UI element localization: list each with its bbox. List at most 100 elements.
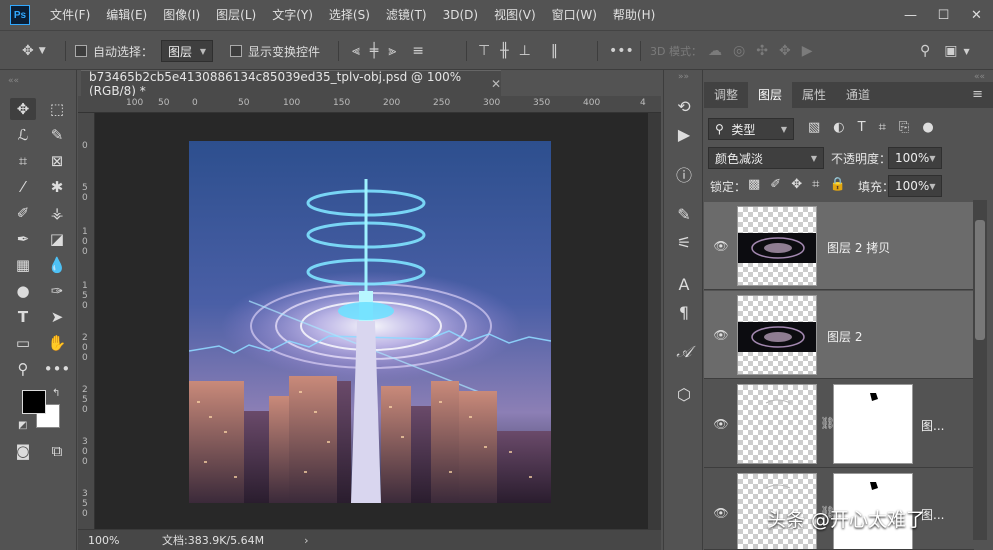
collapse-icon[interactable]: «« xyxy=(8,76,19,86)
menu-edit[interactable]: 编辑(E) xyxy=(98,0,155,30)
lock-artboard-icon[interactable]: ⌗ xyxy=(812,177,819,192)
layer-row[interactable]: 👁 图层 2 xyxy=(704,291,974,379)
screen-mode-icon[interactable]: ⧉ xyxy=(44,440,70,462)
pen-tool-icon[interactable]: ✑ xyxy=(44,280,70,302)
quick-select-tool-icon[interactable]: ✎ xyxy=(44,124,70,146)
type-tool-icon[interactable]: T xyxy=(10,306,36,328)
maximize-button[interactable]: ☐ xyxy=(927,0,960,30)
menu-view[interactable]: 视图(V) xyxy=(486,0,544,30)
crop-tool-icon[interactable]: ⌗ xyxy=(10,150,36,172)
rectangle-tool-icon[interactable]: ▭ xyxy=(10,332,36,354)
layer-name[interactable]: 图层 2 拷贝 xyxy=(827,239,890,256)
menu-3d[interactable]: 3D(D) xyxy=(435,0,486,30)
filter-adjustment-icon[interactable]: ◐ xyxy=(833,120,844,135)
lock-transparent-icon[interactable]: ▩ xyxy=(748,177,760,192)
eraser-tool-icon[interactable]: ◪ xyxy=(44,228,70,250)
close-document-icon[interactable]: ✕ xyxy=(491,77,501,91)
horizontal-ruler[interactable]: 100 50 0 50 100 150 200 250 300 350 400 … xyxy=(78,96,661,113)
move-tool-icon[interactable]: ✥ xyxy=(10,98,36,120)
more-options-icon[interactable]: ••• xyxy=(609,43,634,59)
visibility-eye-icon[interactable]: 👁 xyxy=(712,237,730,255)
quick-mask-icon[interactable]: ◙ xyxy=(10,440,36,462)
visibility-eye-icon[interactable]: 👁 xyxy=(712,415,730,433)
chevron-down-icon[interactable]: ▼ xyxy=(964,47,970,56)
orbit-3d-icon[interactable]: ☁ xyxy=(708,43,722,59)
vertical-scrollbar[interactable] xyxy=(648,113,661,529)
filter-smart-object-icon[interactable]: ⎘ xyxy=(899,120,909,135)
tab-adjustments[interactable]: 调整 xyxy=(704,82,748,108)
menu-window[interactable]: 窗口(W) xyxy=(544,0,605,30)
more-tools-icon[interactable]: ••• xyxy=(44,358,71,380)
scrollbar-thumb[interactable] xyxy=(975,220,985,340)
zoom-level[interactable]: 100% xyxy=(78,534,138,547)
visibility-eye-icon[interactable]: 👁 xyxy=(712,504,730,522)
opacity-input[interactable]: 100% ▼ xyxy=(888,147,942,169)
filter-shape-icon[interactable]: ⌗ xyxy=(879,120,886,135)
layer-row[interactable]: 👁 ⛓ 图... xyxy=(704,380,974,468)
layer-filter-dropdown[interactable]: ⚲ 类型 ▼ xyxy=(708,118,794,140)
status-menu-arrow-icon[interactable]: › xyxy=(304,534,308,547)
lock-image-icon[interactable]: ✐ xyxy=(770,177,781,192)
spot-healing-tool-icon[interactable]: ✱ xyxy=(44,176,70,198)
marquee-tool-icon[interactable]: ⬚ xyxy=(44,98,70,120)
zoom-tool-icon[interactable]: ⚲ xyxy=(10,358,36,380)
layer-name[interactable]: 图... xyxy=(921,417,944,434)
menu-filter[interactable]: 滤镜(T) xyxy=(378,0,435,30)
history-panel-icon[interactable]: ⟲ xyxy=(672,94,696,118)
auto-select-checkbox[interactable] xyxy=(75,45,87,57)
align-top-icon[interactable]: ⊤ xyxy=(478,43,490,59)
workspace-icon[interactable]: ▣ xyxy=(944,43,957,59)
collapse-icon[interactable]: »» xyxy=(678,72,689,82)
search-icon[interactable]: ⚲ xyxy=(920,43,930,59)
menu-select[interactable]: 选择(S) xyxy=(321,0,378,30)
filter-pixel-icon[interactable]: ▧ xyxy=(808,120,820,135)
menu-type[interactable]: 文字(Y) xyxy=(264,0,321,30)
blend-mode-dropdown[interactable]: 颜色减淡 ▼ xyxy=(708,147,824,169)
character-panel-icon[interactable]: A xyxy=(672,272,696,296)
layer-name[interactable]: 图层 2 xyxy=(827,328,862,345)
gradient-tool-icon[interactable]: ▦ xyxy=(10,254,36,276)
hand-tool-icon[interactable]: ✋ xyxy=(44,332,70,354)
fill-input[interactable]: 100% ▼ xyxy=(888,175,942,197)
close-window-button[interactable]: ✕ xyxy=(960,0,993,30)
clone-stamp-tool-icon[interactable]: ⚶ xyxy=(44,202,70,224)
show-transform-checkbox[interactable] xyxy=(230,45,242,57)
tab-properties[interactable]: 属性 xyxy=(792,82,836,108)
brush-settings-icon[interactable]: ✎ xyxy=(672,202,696,226)
slide-3d-icon[interactable]: ✥ xyxy=(779,43,791,59)
path-selection-tool-icon[interactable]: ➤ xyxy=(44,306,70,328)
layers-scrollbar[interactable] xyxy=(973,200,987,540)
glyphs-panel-icon[interactable]: 𝒜 xyxy=(672,340,696,364)
align-left-icon[interactable]: ⫷ xyxy=(352,43,360,59)
history-brush-tool-icon[interactable]: ✒ xyxy=(10,228,36,250)
swap-colors-icon[interactable]: ↰ xyxy=(52,388,60,399)
frame-tool-icon[interactable]: ⊠ xyxy=(44,150,70,172)
menu-layer[interactable]: 图层(L) xyxy=(208,0,264,30)
eyedropper-tool-icon[interactable]: ⁄ xyxy=(10,176,36,198)
panel-menu-icon[interactable]: ≡ xyxy=(972,87,983,102)
canvas-image[interactable] xyxy=(189,141,551,503)
menu-image[interactable]: 图像(I) xyxy=(155,0,208,30)
dodge-tool-icon[interactable]: ● xyxy=(10,280,36,302)
paragraph-panel-icon[interactable]: ¶ xyxy=(672,300,696,324)
align-horizontal-center-icon[interactable]: ╪ xyxy=(370,43,378,59)
document-tab[interactable]: b73465b2cb5e4130886134c85039ed35_tplv-ob… xyxy=(81,70,501,98)
auto-select-target-dropdown[interactable]: 图层 ▼ xyxy=(161,40,213,62)
layer-row[interactable]: 👁 图层 2 拷贝 xyxy=(704,202,974,290)
distribute-vertical-icon[interactable]: ≡ xyxy=(412,43,424,59)
default-colors-icon[interactable]: ◩ xyxy=(18,420,27,431)
lock-all-icon[interactable]: 🔒 xyxy=(829,177,845,192)
align-bottom-icon[interactable]: ⊥ xyxy=(519,43,531,59)
roll-3d-icon[interactable]: ◎ xyxy=(733,43,745,59)
align-vertical-center-icon[interactable]: ╫ xyxy=(500,43,508,59)
filter-toggle-icon[interactable]: ● xyxy=(922,120,933,135)
visibility-eye-icon[interactable]: 👁 xyxy=(712,326,730,344)
foreground-color-swatch[interactable] xyxy=(22,390,46,414)
adjust-panel-icon[interactable]: ⚟ xyxy=(672,230,696,254)
blur-tool-icon[interactable]: 💧 xyxy=(44,254,70,276)
vertical-ruler[interactable]: 0 5 0 1 0 0 1 5 0 2 0 0 2 5 0 3 0 0 3 5 … xyxy=(78,113,95,529)
menu-help[interactable]: 帮助(H) xyxy=(605,0,663,30)
drag-3d-icon[interactable]: ✣ xyxy=(756,43,768,59)
info-panel-icon[interactable]: ⓘ xyxy=(672,162,696,186)
3d-panel-icon[interactable]: ⬡ xyxy=(672,382,696,406)
